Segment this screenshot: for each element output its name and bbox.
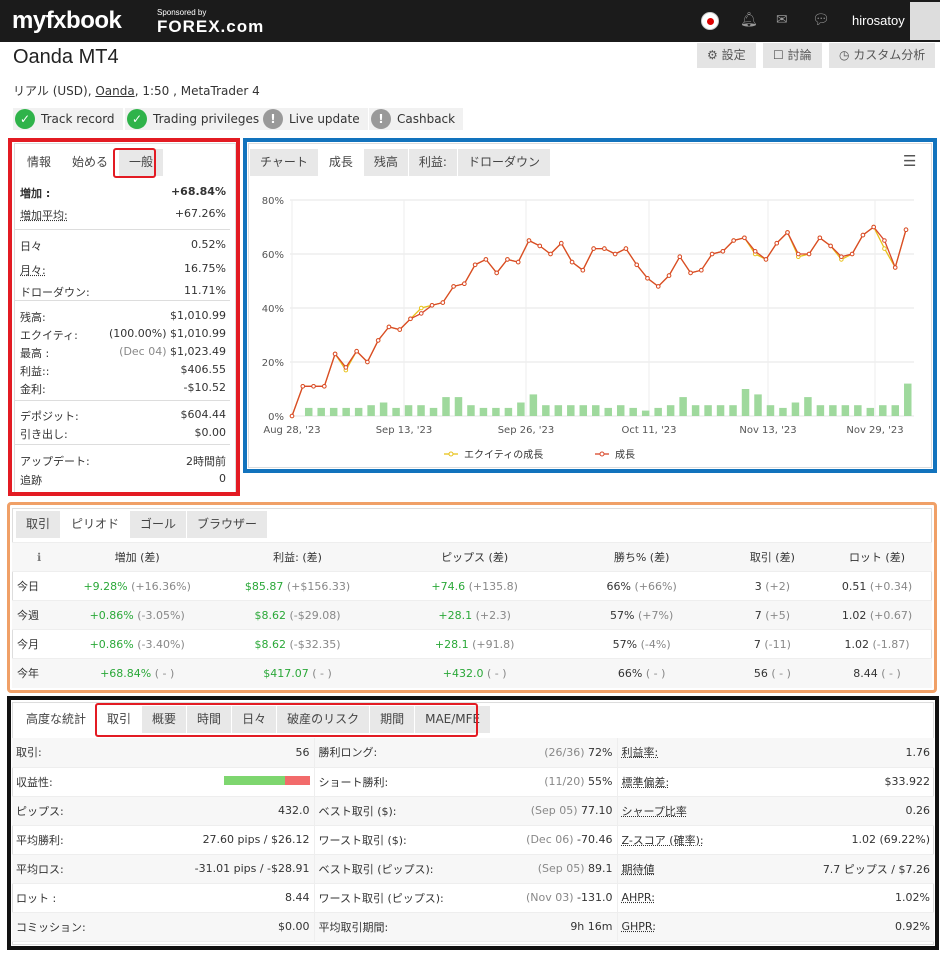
- badge-cashback[interactable]: ! Cashback: [369, 108, 464, 130]
- discuss-button[interactable]: ☐ 討論: [763, 43, 822, 68]
- check-icon: ✓: [127, 109, 147, 129]
- page-title: Oanda MT4: [13, 46, 119, 68]
- avatar[interactable]: [910, 2, 940, 40]
- settings-button[interactable]: ⚙ 設定: [697, 43, 756, 68]
- top-navbar: myfxbook Sponsored by FOREX.com 🔔︎ ✉ 💬︎ …: [0, 0, 940, 42]
- warning-icon: !: [263, 109, 283, 129]
- badge-label: Track record: [41, 112, 115, 126]
- check-icon: ✓: [15, 109, 35, 129]
- bell-icon[interactable]: 🔔︎: [740, 12, 758, 28]
- highlight-general-tab: [113, 148, 156, 178]
- myfxbook-logo[interactable]: myfxbook: [12, 7, 122, 35]
- custom-analysis-button[interactable]: ◷ カスタム分析: [829, 43, 936, 68]
- badge-track-record[interactable]: ✓ Track record: [13, 108, 123, 130]
- chat-icon[interactable]: 💬︎: [812, 12, 830, 28]
- sponsor-line: Sponsored by: [157, 8, 207, 17]
- highlight-black: [7, 696, 939, 950]
- broker-link[interactable]: Oanda: [95, 84, 134, 98]
- highlight-red: [8, 138, 240, 496]
- badge-trading-privileges[interactable]: ✓ Trading privileges: [125, 108, 268, 130]
- highlight-orange: [7, 502, 937, 693]
- account-subtitle: リアル (USD), Oanda, 1:50 , MetaTrader 4: [13, 84, 260, 98]
- username-link[interactable]: hirosatoy: [852, 13, 905, 28]
- sponsor-name: FOREX.com: [157, 17, 265, 36]
- badge-live-update[interactable]: ! Live update: [261, 108, 368, 130]
- warning-icon: !: [371, 109, 391, 129]
- badge-label: Trading privileges: [153, 112, 260, 126]
- sponsor-logo[interactable]: Sponsored by FOREX.com: [157, 8, 264, 36]
- badge-label: Cashback: [397, 112, 456, 126]
- japan-flag-icon[interactable]: [701, 12, 719, 30]
- mail-icon[interactable]: ✉: [776, 12, 788, 28]
- badge-label: Live update: [289, 112, 360, 126]
- highlight-blue: [243, 138, 937, 473]
